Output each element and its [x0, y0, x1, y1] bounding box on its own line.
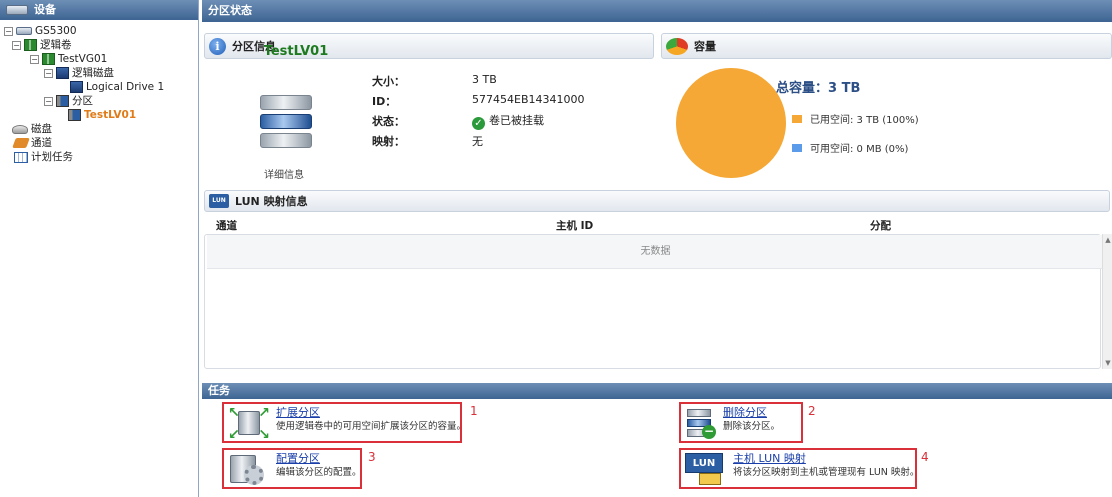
- partition-item-icon: [68, 109, 81, 121]
- tree-node-disks[interactable]: 磁盘: [4, 122, 198, 136]
- tasks-header: 任务: [202, 383, 1112, 399]
- tree-node-logical-disks[interactable]: − 逻辑磁盘: [4, 66, 198, 80]
- storage-device-icon: [16, 27, 32, 35]
- col-host-id[interactable]: 主机 ID: [556, 218, 593, 233]
- task-2-number: 2: [808, 404, 816, 418]
- lun-mapping-header: LUN LUN 映射信息: [204, 190, 1110, 212]
- legend-free: 可用空间: 0 MB (0%): [792, 140, 908, 155]
- tree-node-label: 通道: [31, 137, 52, 149]
- tree-node-label: GS5300: [35, 25, 77, 37]
- logical-drive-icon: [70, 81, 83, 93]
- status-value-wrap: ✓ 卷已被挂载: [472, 112, 544, 130]
- pie-chart-icon: [666, 37, 688, 55]
- total-capacity: 总容量：3 TB: [776, 81, 861, 96]
- tree-node-channels[interactable]: 通道: [4, 136, 198, 150]
- tree-node-gs5300[interactable]: − GS5300: [4, 24, 198, 38]
- disk-icon: [12, 124, 28, 134]
- legend-free-label: 可用空间: 0 MB (0%): [810, 144, 909, 155]
- capacity-pie-chart: [676, 68, 786, 178]
- channel-icon: [12, 138, 30, 148]
- tree-node-testvg01[interactable]: − TestVG01: [4, 52, 198, 66]
- col-channel[interactable]: 通道: [216, 218, 237, 233]
- delete-partition-link[interactable]: 删除分区: [723, 405, 780, 420]
- status-value: 卷已被挂载: [489, 114, 544, 127]
- main-title: 分区状态: [202, 0, 1112, 22]
- tree-node-label-selected: TestLV01: [84, 109, 137, 121]
- task-delete-partition[interactable]: − 删除分区 删除该分区。: [681, 402, 784, 444]
- size-value: 3 TB: [472, 73, 497, 86]
- tree-node-label: 逻辑卷: [40, 39, 72, 51]
- info-icon: i: [209, 37, 226, 55]
- lun-table-scrollbar[interactable]: ▲ ▼: [1102, 234, 1112, 369]
- tree-expander[interactable]: −: [44, 96, 53, 106]
- no-data-text: 无数据: [207, 235, 1104, 269]
- tree-expander[interactable]: −: [4, 26, 13, 36]
- detail-info-link[interactable]: 详细信息: [254, 166, 314, 181]
- lun-table-header: 通道 主机 ID 分配: [202, 217, 1112, 232]
- tree-expander[interactable]: −: [30, 54, 39, 64]
- expand-partition-link[interactable]: 扩展分区: [276, 405, 466, 420]
- status-label: 状态：: [372, 115, 405, 128]
- expand-partition-desc: 使用逻辑卷中的可用空间扩展该分区的容量。: [276, 421, 467, 432]
- task-expand-partition[interactable]: ↖ ↗ ↙ ↘ 扩展分区 使用逻辑卷中的可用空间扩展该分区的容量。: [224, 402, 470, 444]
- delete-partition-desc: 删除该分区。: [723, 421, 781, 432]
- host-lun-mapping-icon: LUN: [685, 451, 727, 487]
- tree-node-label: TestVG01: [58, 53, 108, 65]
- partition-name: TestLV01: [263, 44, 329, 59]
- task-1-number: 1: [470, 404, 478, 418]
- tree-node-label: 逻辑磁盘: [72, 67, 114, 79]
- database-icon: [260, 95, 312, 153]
- tree-node-label: 计划任务: [31, 151, 73, 163]
- legend-used: 已用空间: 3 TB (100%): [792, 111, 919, 126]
- configure-partition-icon: [228, 451, 270, 487]
- lun-table-body: 无数据: [204, 234, 1104, 369]
- tree-expander[interactable]: −: [12, 40, 21, 50]
- scroll-up-icon[interactable]: ▲: [1103, 236, 1112, 244]
- lun-mapping-title: LUN 映射信息: [235, 195, 308, 208]
- lun-icon: LUN: [209, 194, 229, 208]
- device-panel-header: 设备: [0, 0, 198, 20]
- tree-node-label: 分区: [72, 95, 93, 107]
- delete-partition-icon: −: [685, 405, 717, 441]
- mapping-value: 无: [472, 135, 483, 148]
- tree-expander[interactable]: −: [44, 68, 53, 78]
- logical-disk-icon: [56, 67, 69, 79]
- check-circle-icon: ✓: [472, 117, 485, 130]
- legend-used-label: 已用空间: 3 TB (100%): [810, 115, 919, 126]
- tree-node-label: Logical Drive 1: [86, 81, 165, 93]
- expand-partition-icon: ↖ ↗ ↙ ↘: [228, 405, 270, 443]
- host-lun-mapping-link[interactable]: 主机 LUN 映射: [733, 451, 919, 466]
- configure-partition-desc: 编辑该分区的配置。: [276, 467, 362, 478]
- device-panel-title: 设备: [34, 3, 56, 16]
- capacity-title: 容量: [694, 40, 716, 53]
- device-panel: 设备 − GS5300 − 逻辑卷 − TestVG01 − 逻辑磁盘 Logi…: [0, 0, 199, 497]
- tree-node-testlv01[interactable]: TestLV01: [4, 108, 198, 122]
- capacity-header: 容量: [661, 33, 1112, 59]
- tree-node-partitions[interactable]: − 分区: [4, 94, 198, 108]
- legend-used-swatch: [792, 114, 802, 123]
- size-label: 大小：: [372, 75, 405, 88]
- tree-node-label: 磁盘: [31, 123, 52, 135]
- id-value: 577454EB14341000: [472, 93, 585, 106]
- tree-node-logical-drive-1[interactable]: Logical Drive 1: [4, 80, 198, 94]
- device-tree: − GS5300 − 逻辑卷 − TestVG01 − 逻辑磁盘 Logical…: [0, 20, 198, 164]
- tree-node-scheduled-tasks[interactable]: 计划任务: [4, 150, 198, 164]
- task-host-lun-mapping[interactable]: LUN 主机 LUN 映射 将该分区映射到主机或管理现有 LUN 映射。: [681, 448, 923, 490]
- configure-partition-link[interactable]: 配置分区: [276, 451, 362, 466]
- volume-group-icon: [42, 53, 55, 65]
- id-label: ID：: [372, 95, 397, 108]
- scroll-down-icon[interactable]: ▼: [1103, 359, 1112, 367]
- partition-status-panel: 分区状态 i 分区信息 容量 TestLV01 详细信息 大小： 3 TB ID…: [202, 0, 1112, 497]
- mapping-label: 映射：: [372, 135, 405, 148]
- device-icon: [6, 5, 28, 15]
- host-lun-mapping-desc: 将该分区映射到主机或管理现有 LUN 映射。: [733, 467, 920, 478]
- tree-node-logical-volumes[interactable]: − 逻辑卷: [4, 38, 198, 52]
- partition-icon: [56, 95, 69, 107]
- scheduled-task-icon: [14, 151, 28, 163]
- logical-volume-icon: [24, 39, 37, 51]
- task-configure-partition[interactable]: 配置分区 编辑该分区的配置。: [224, 448, 366, 490]
- col-assign[interactable]: 分配: [870, 218, 891, 233]
- legend-free-swatch: [792, 143, 802, 152]
- task-3-number: 3: [368, 450, 376, 464]
